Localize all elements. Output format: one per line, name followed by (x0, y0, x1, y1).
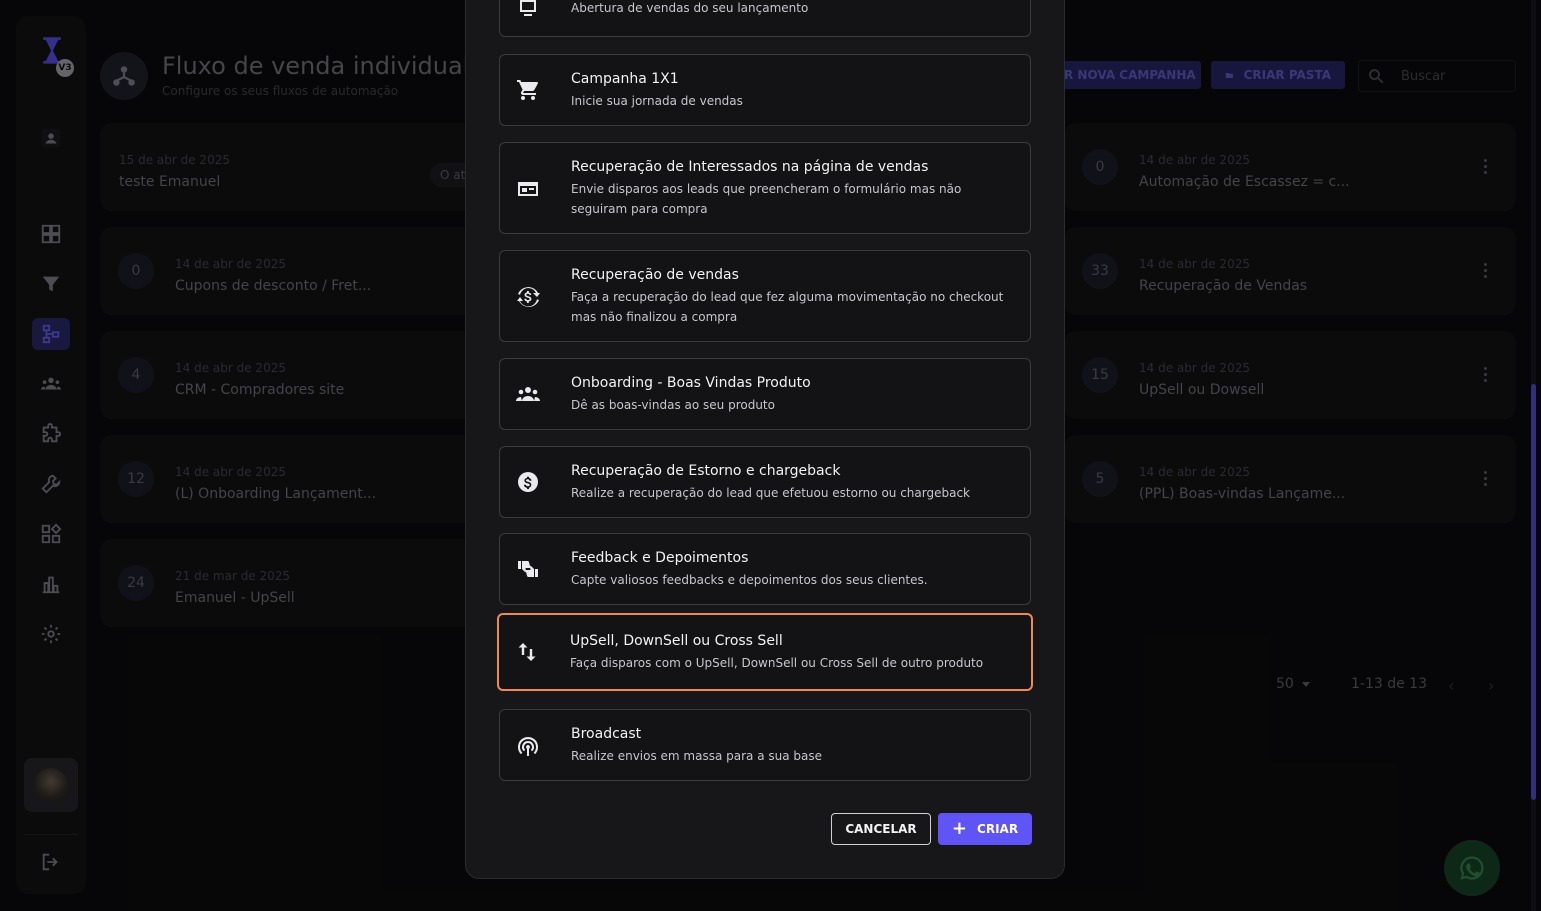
create-button[interactable]: + CRIAR (938, 813, 1032, 845)
option-upsell-downsell[interactable]: UpSell, DownSell ou Cross Sell Faça disp… (497, 613, 1033, 691)
option-recuperacao-vendas[interactable]: Recuperação de vendas Faça a recuperação… (499, 250, 1031, 342)
option-recuperacao-interessados[interactable]: Recuperação de Interessados na página de… (499, 142, 1031, 234)
option-launch[interactable]: Abertura de vendas do seu lançamento (499, 0, 1031, 37)
create-flow-modal: Abertura de vendas do seu lançamento Cam… (465, 0, 1065, 879)
broadcast-icon (516, 734, 540, 758)
app-root: V3 Fluxo de venda individual Configure o… (0, 0, 1541, 911)
option-feedback[interactable]: Feedback e Depoimentos Capte valiosos fe… (499, 533, 1031, 605)
thumbs-icon (516, 557, 540, 581)
currency-sync-icon (516, 285, 540, 309)
option-description: Faça disparos com o UpSell, DownSell ou … (570, 656, 984, 670)
option-title: Recuperação de Estorno e chargeback (571, 463, 841, 479)
option-description: Envie disparos aos leads que preencheram… (571, 182, 962, 216)
option-description: Realize a recuperação do lead que efetuo… (571, 486, 970, 500)
group-icon (516, 382, 540, 406)
swap-vert-icon (515, 640, 539, 664)
option-title: UpSell, DownSell ou Cross Sell (570, 633, 783, 649)
option-onboarding[interactable]: Onboarding - Boas Vindas Produto Dê as b… (499, 358, 1031, 430)
option-title: Onboarding - Boas Vindas Produto (571, 375, 811, 391)
create-label: CRIAR (977, 822, 1019, 836)
dollar-circle-icon (516, 470, 540, 494)
option-description: Capte valiosos feedbacks e depoimentos d… (571, 573, 928, 587)
option-description: Realize envios em massa para a sua base (571, 749, 823, 763)
form-icon (516, 177, 540, 201)
option-campanha-1x1[interactable]: Campanha 1X1 Inicie sua jornada de venda… (499, 54, 1031, 126)
option-broadcast[interactable]: Broadcast Realize envios em massa para a… (499, 709, 1031, 781)
option-title: Recuperação de vendas (571, 267, 739, 283)
option-description: Inicie sua jornada de vendas (571, 94, 743, 108)
option-title: Feedback e Depoimentos (571, 550, 749, 566)
launch-icon (516, 0, 540, 20)
cancel-button[interactable]: CANCELAR (831, 813, 931, 845)
option-description: Faça a recuperação do lead que fez algum… (571, 290, 1004, 324)
option-title: Recuperação de Interessados na página de… (571, 159, 929, 175)
option-estorno-chargeback[interactable]: Recuperação de Estorno e chargeback Real… (499, 446, 1031, 518)
option-description: Dê as boas-vindas ao seu produto (571, 398, 775, 412)
option-description: Abertura de vendas do seu lançamento (571, 1, 809, 15)
option-title: Broadcast (571, 726, 642, 742)
option-title: Campanha 1X1 (571, 71, 679, 87)
cart-icon (516, 78, 540, 102)
plus-icon: + (951, 818, 968, 839)
